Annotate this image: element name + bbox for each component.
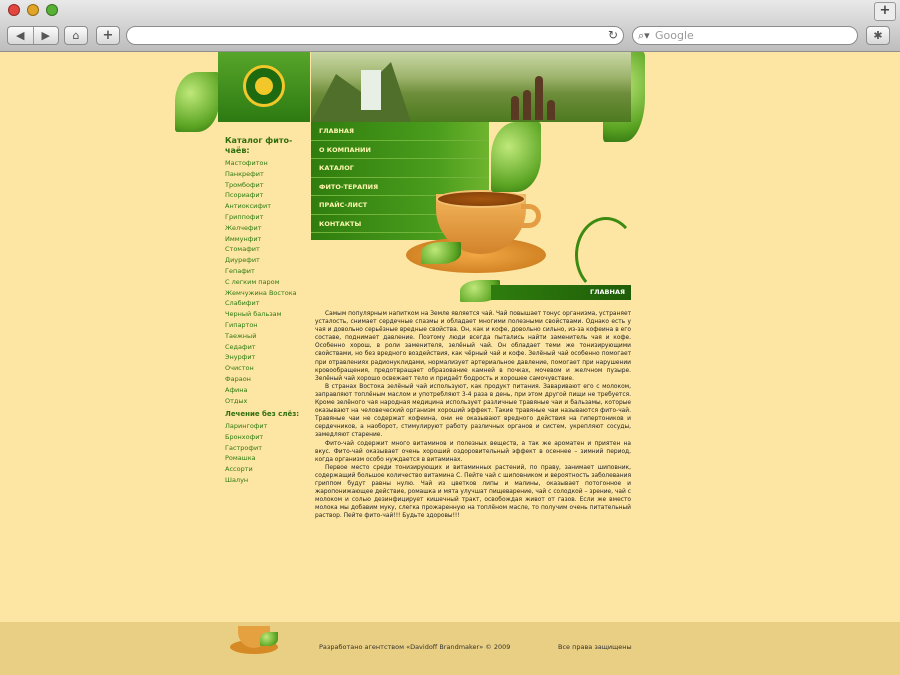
footer-teacup-icon xyxy=(230,612,280,660)
catalog-item-link[interactable]: Таежный xyxy=(225,331,297,342)
home-button[interactable]: ⌂ xyxy=(64,26,88,45)
search-input[interactable]: ⌕▾ Google xyxy=(632,26,858,45)
history-nav: ◀ ▶ xyxy=(7,26,59,45)
catalog-item-link[interactable]: Тромбофит xyxy=(225,180,297,191)
page-title: ГЛАВНАЯ xyxy=(491,285,631,300)
extension-button[interactable]: ✱ xyxy=(866,26,890,45)
article-paragraph: Фито-чай содержит много витаминов и поле… xyxy=(315,440,631,463)
catalog-item-link[interactable]: С легким паром xyxy=(225,277,297,288)
article-paragraph: Первое место среди тонизирующих и витами… xyxy=(315,464,631,520)
swirl-decoration xyxy=(575,217,637,293)
minimize-window-button[interactable] xyxy=(27,4,39,16)
article-body: Самым популярным напитком на Земле являе… xyxy=(315,310,631,520)
treatment-item-link[interactable]: Гастрофит xyxy=(225,443,267,454)
catalog-item-link[interactable]: Энурфит xyxy=(225,352,297,363)
catalog-item-link[interactable]: Очистон xyxy=(225,363,297,374)
search-placeholder: Google xyxy=(655,29,694,42)
add-tab-button[interactable]: + xyxy=(874,2,896,21)
hero-banner xyxy=(311,52,631,122)
url-input[interactable]: ↻ xyxy=(126,26,624,45)
treatment-item-link[interactable]: Ромашка xyxy=(225,453,267,464)
catalog-title: Каталог фито-чаёв: xyxy=(225,136,293,155)
treatment-title: Лечение без слёз: xyxy=(225,410,300,418)
forward-button[interactable]: ▶ xyxy=(34,27,59,44)
article-paragraph: Самым популярным напитком на Земле являе… xyxy=(315,311,631,382)
catalog-item-link[interactable]: Мастофитон xyxy=(225,158,297,169)
zoom-window-button[interactable] xyxy=(46,4,58,16)
treatment-item-link[interactable]: Ассорти xyxy=(225,464,267,475)
catalog-item-link[interactable]: Стомафит xyxy=(225,244,297,255)
catalog-item-link[interactable]: Желчефит xyxy=(225,223,297,234)
treatment-item-link[interactable]: Ларингофит xyxy=(225,421,267,432)
logo[interactable] xyxy=(218,52,310,122)
search-icon: ⌕▾ xyxy=(638,29,650,42)
catalog-item-link[interactable]: Панкрефит xyxy=(225,169,297,180)
catalog-item-link[interactable]: Слабифит xyxy=(225,298,297,309)
footer-rights: Все права защищены xyxy=(558,643,632,651)
back-button[interactable]: ◀ xyxy=(8,27,34,44)
catalog-item-link[interactable]: Афина xyxy=(225,385,297,396)
catalog-item-link[interactable]: Седафит xyxy=(225,342,297,353)
catalog-item-link[interactable]: Черный бальзам xyxy=(225,309,297,320)
catalog-item-link[interactable]: Отдых xyxy=(225,396,297,407)
catalog-item-link[interactable]: Псориафит xyxy=(225,190,297,201)
treatment-item-link[interactable]: Шалун xyxy=(225,475,267,486)
catalog-item-link[interactable]: Диурефит xyxy=(225,255,297,266)
leaf-decoration-left xyxy=(175,72,219,132)
catalog-item-link[interactable]: Гриппофит xyxy=(225,212,297,223)
browser-chrome: + ◀ ▶ ⌂ + ↻ ⌕▾ Google ✱ xyxy=(0,0,900,52)
article-paragraph: В странах Востока зелёный чай используют… xyxy=(315,383,631,439)
catalog-item-link[interactable]: Иммунфит xyxy=(225,234,297,245)
treatment-list: Ларингофит Бронхофит Гастрофит Ромашка Ассор… xyxy=(225,421,267,486)
logo-emblem xyxy=(243,65,285,107)
close-window-button[interactable] xyxy=(8,4,20,16)
catalog-item-link[interactable]: Фараон xyxy=(225,374,297,385)
site-container: Каталог фито-чаёв: Мастофитон Панкрефит Тр… xyxy=(175,52,645,622)
family-image xyxy=(511,74,561,120)
reload-icon[interactable]: ↻ xyxy=(608,28,618,42)
catalog-item-link[interactable]: Гипартон xyxy=(225,320,297,331)
catalog-list: Мастофитон Панкрефит Тромбофит Псориафит Ант… xyxy=(225,158,297,406)
footer-credit: Разработано агентством «Davidoff Brandma… xyxy=(319,643,511,651)
catalog-item-link[interactable]: Антиоксифит xyxy=(225,201,297,212)
treatment-item-link[interactable]: Бронхофит xyxy=(225,432,267,443)
new-tab-button[interactable]: + xyxy=(96,26,120,45)
catalog-item-link[interactable]: Жемчужина Востока xyxy=(225,288,297,299)
catalog-item-link[interactable]: Гепафит xyxy=(225,266,297,277)
